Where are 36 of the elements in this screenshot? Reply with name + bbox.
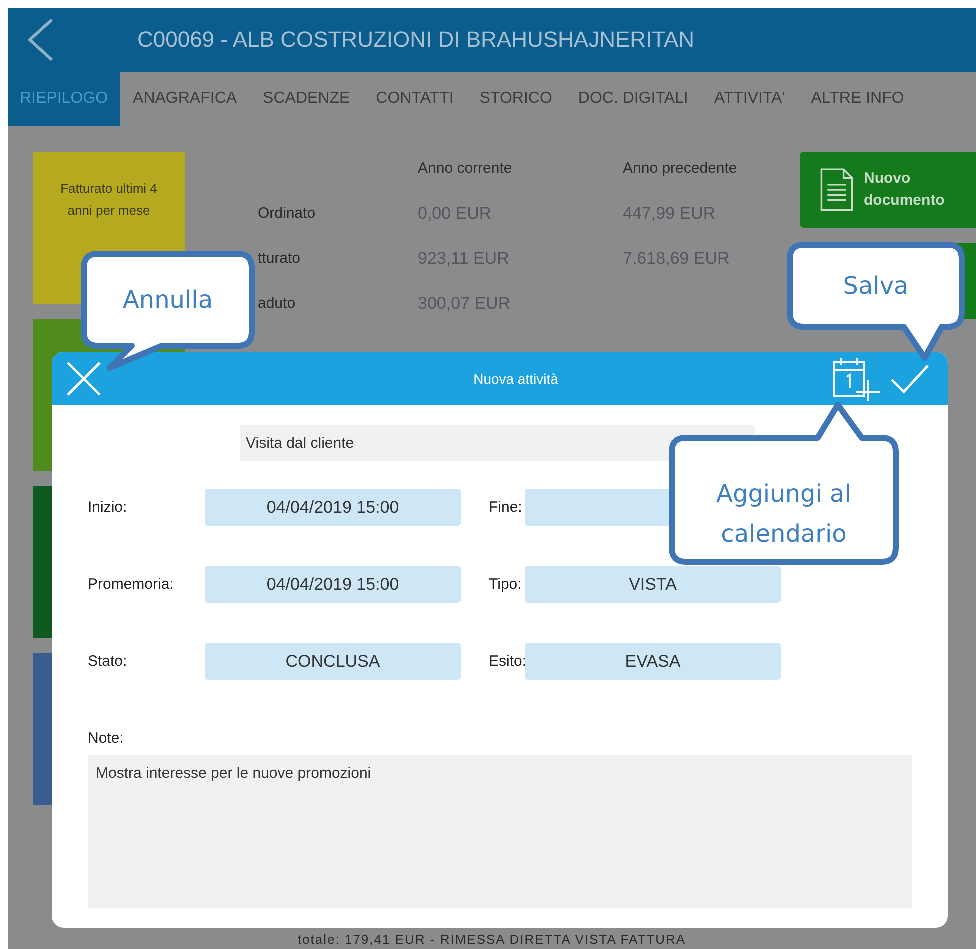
calendar-add-icon[interactable] — [830, 356, 882, 402]
value-field[interactable]: CONCLUSA — [205, 643, 461, 680]
value-field[interactable]: EVASA — [525, 643, 781, 680]
field-label: Tipo: — [488, 576, 523, 593]
value-field[interactable]: VISTA — [525, 566, 781, 603]
field-label: Promemoria: — [88, 576, 175, 593]
tab[interactable]: ANAGRAFICA — [120, 72, 250, 126]
checkmark-icon[interactable] — [890, 362, 930, 394]
close-icon[interactable] — [66, 360, 102, 396]
column-header: Anno corrente — [418, 160, 514, 177]
window-title: C00069 - ALB COSTRUZIONI DI BRAHUSHAJNERITAN — [136, 27, 696, 53]
field-label: Fine: — [488, 499, 524, 516]
dialog-title: Nuova attività — [472, 370, 560, 386]
field-label: Inizio: — [88, 499, 128, 516]
back-icon[interactable] — [26, 18, 56, 62]
callout-text: Aggiungi al calendario — [716, 479, 852, 550]
row-label: Ordinato — [258, 205, 317, 222]
tab[interactable]: ALTRE INFO — [798, 72, 918, 126]
column-header: Anno precedente — [623, 160, 738, 177]
value-field[interactable]: 04/04/2019 15:00 — [205, 489, 461, 526]
note-label: Note: — [88, 730, 125, 747]
payment-summary: totale: 179,41 EUR - RIMESSA DIRETTA VISTA FATTURA — [296, 932, 688, 947]
tab[interactable]: CONTATTI — [363, 72, 467, 126]
callout-text: Salva — [842, 271, 910, 302]
tab[interactable]: STORICO — [466, 72, 566, 126]
note-field[interactable]: Mostra interesse per le nuove promozioni — [88, 755, 912, 908]
tab[interactable]: RIEPILOGO — [8, 72, 120, 126]
value-field[interactable]: 04/04/2019 15:00 — [205, 566, 461, 603]
row-label: tturato — [258, 250, 302, 267]
row-label: aduto — [258, 295, 297, 312]
new-document-button[interactable]: Nuovo documento — [800, 152, 976, 228]
tab[interactable]: DOC. DIGITALI — [565, 72, 702, 126]
field-label: Stato: — [88, 653, 128, 670]
tab[interactable]: ATTIVITA' — [701, 72, 798, 126]
field-label: Esito: — [488, 653, 525, 670]
tab[interactable]: SCADENZE — [250, 72, 364, 126]
